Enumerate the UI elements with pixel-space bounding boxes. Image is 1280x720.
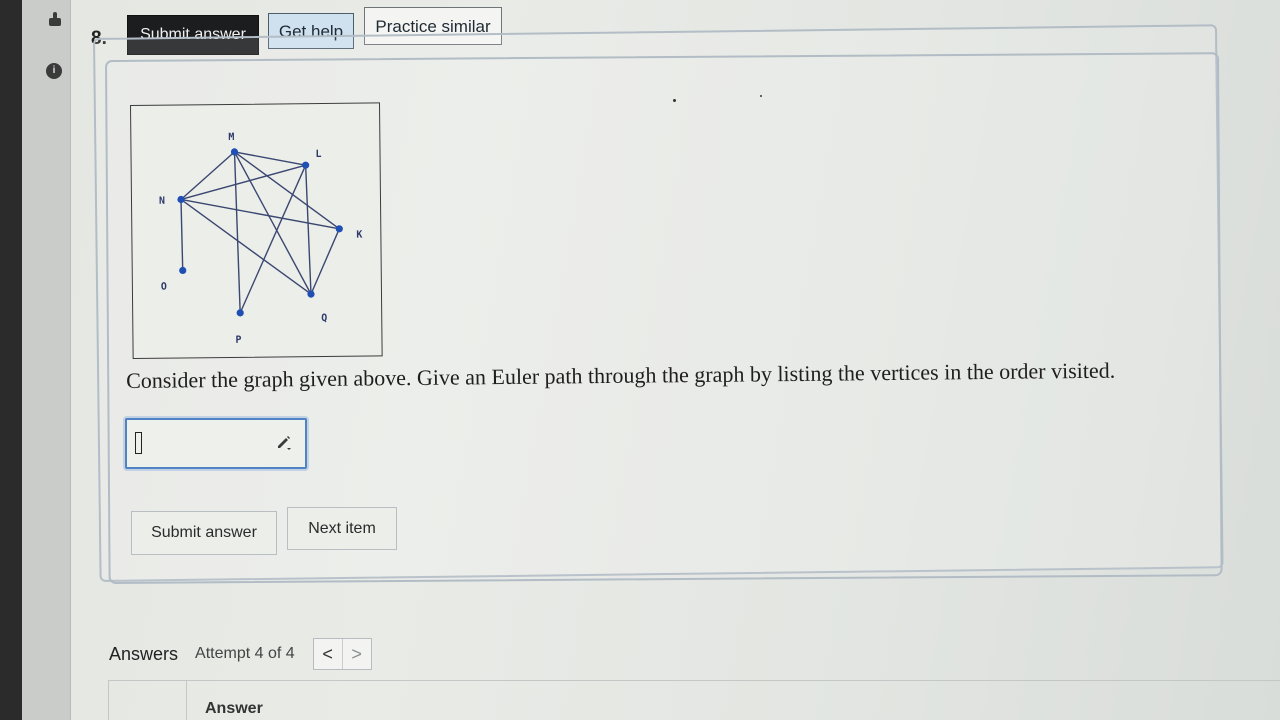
graph-vertex-L: [302, 161, 310, 169]
chevron-right-icon[interactable]: >: [341, 639, 371, 669]
graph-figure: M L N K O P Q: [130, 102, 383, 359]
graph-edge-M-P: [233, 151, 241, 313]
graph-vertex-label-P: P: [235, 335, 241, 346]
graph-edge-M-Q: [233, 151, 312, 295]
answers-table: [108, 680, 1280, 720]
graph-vertex-O: [179, 266, 187, 275]
hand-icon[interactable]: [45, 10, 65, 30]
chevron-left-icon[interactable]: <: [314, 639, 342, 669]
graph-vertex-P: [236, 309, 244, 317]
screen-speck: [673, 99, 676, 102]
graph-vertex-label-L: L: [315, 149, 321, 160]
device-bezel: [0, 0, 22, 720]
euler-path-input[interactable]: [125, 418, 307, 469]
text-caret: [135, 432, 142, 454]
graph-edge-M-L: [234, 151, 306, 166]
graph-vertex-label-M: M: [228, 132, 234, 143]
next-item-button[interactable]: Next item: [287, 507, 397, 550]
screen-speck: [760, 95, 762, 97]
graph-vertex-label-K: K: [356, 230, 362, 241]
table-divider: [186, 680, 187, 720]
graph-edge-N-Q: [180, 198, 312, 295]
graph-edge-N-K: [180, 198, 340, 230]
answer-column-header: Answer: [205, 700, 263, 717]
attempt-pager: < >: [312, 638, 372, 670]
graph-vertex-label-Q: Q: [321, 313, 327, 324]
answers-title: Answers: [109, 643, 179, 664]
graph-vertex-label-O: O: [161, 282, 167, 293]
screen: i 8. Submit answer Get help Practice sim…: [0, 0, 1280, 720]
info-icon[interactable]: i: [46, 63, 62, 79]
graph-edge-L-P: [239, 164, 307, 314]
graph-vertex-label-N: N: [159, 196, 165, 207]
graph-edge-N-O: [180, 199, 184, 271]
graph-edge-M-K: [234, 151, 340, 230]
graph-edge-K-Q: [310, 228, 340, 295]
graph-edge-L-Q: [304, 165, 312, 295]
pencil-icon[interactable]: [275, 433, 293, 456]
submit-answer-button[interactable]: Submit answer: [131, 511, 277, 555]
left-rail: i: [22, 0, 71, 720]
attempt-label: Attempt 4 of 4: [195, 645, 295, 662]
graph-svg: M L N K O P Q: [159, 132, 363, 346]
answers-header: Answers Attempt 4 of 4 < >: [109, 638, 372, 670]
